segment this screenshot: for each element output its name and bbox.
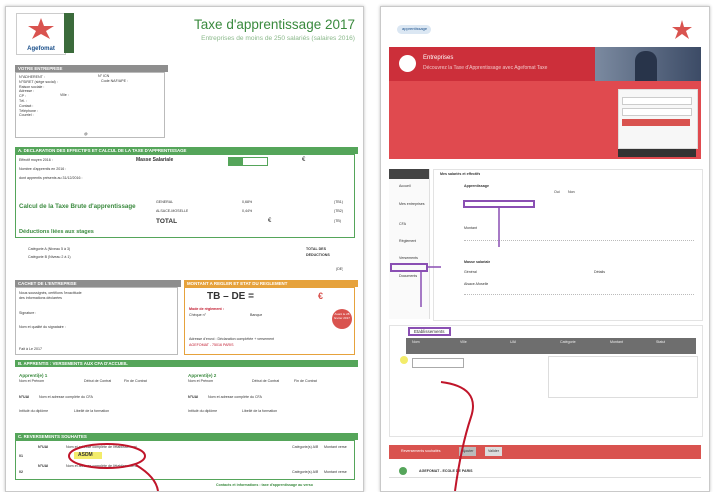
annotation-curve-right bbox=[440, 381, 474, 491]
tax-form-page: Agefomat Taxe d'apprentissage 2017 Entre… bbox=[5, 6, 364, 492]
annotation-ellipse-left bbox=[68, 443, 159, 491]
web-screens-page: apprentissage Entreprises Découvrez la T… bbox=[380, 6, 710, 492]
